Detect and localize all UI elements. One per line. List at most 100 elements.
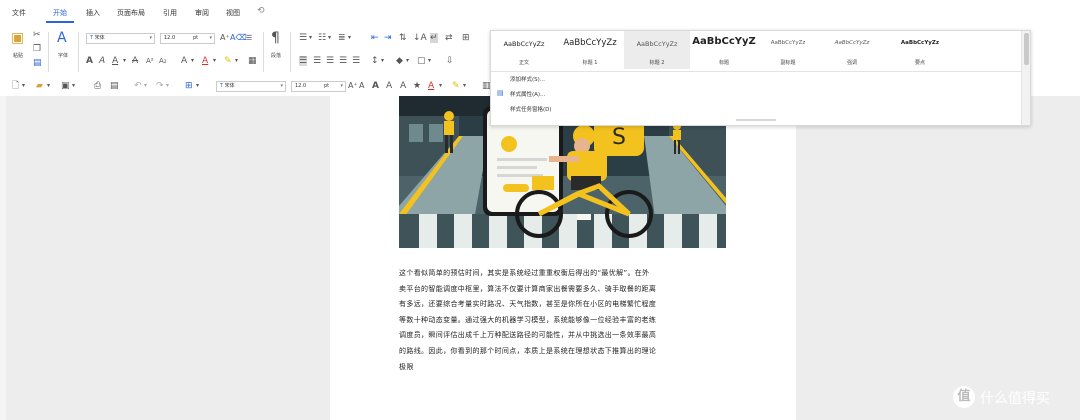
quick-format-icon[interactable]: ⊞ bbox=[185, 81, 193, 91]
underline-dropdown-icon[interactable]: ▾ bbox=[123, 56, 126, 66]
grow-font-icon[interactable]: A⁺ bbox=[220, 33, 230, 43]
paste-icon[interactable]: ▣ bbox=[11, 31, 24, 45]
font-size-select-2[interactable]: 12.0 pt ▾ bbox=[291, 81, 346, 92]
tab-page-layout[interactable]: 页面布局 bbox=[117, 8, 145, 18]
paragraph-line: 等数十种动态变量。通过强大的机器学习模型，系统能够像一位经验丰富的老练 bbox=[399, 315, 657, 324]
style-strong[interactable]: AaBbCcYyZz 要点 bbox=[887, 31, 953, 69]
redo-icon[interactable]: ↷ bbox=[156, 81, 164, 91]
tab-references[interactable]: 引用 bbox=[163, 8, 177, 18]
strikethrough-icon[interactable]: A bbox=[132, 56, 138, 66]
align-left-icon[interactable]: ☰ bbox=[299, 56, 308, 66]
highlight-dropdown-icon[interactable]: ▾ bbox=[235, 56, 238, 66]
style-title[interactable]: AaBbCcYyZ 标题 bbox=[691, 31, 757, 69]
increase-indent-icon[interactable]: ⇥ bbox=[384, 33, 392, 43]
tab-review[interactable]: 审阅 bbox=[195, 8, 209, 18]
style-pane-option[interactable]: 样式任务窗格(D) bbox=[510, 105, 552, 113]
add-style-option[interactable]: 添加样式(S)... bbox=[510, 75, 545, 83]
font-icon[interactable]: A bbox=[57, 31, 67, 45]
align-right-icon[interactable]: ☰ bbox=[326, 56, 334, 66]
style-properties-icon: ▤ bbox=[497, 89, 504, 97]
copy-icon[interactable]: ❐ bbox=[33, 44, 41, 54]
scrollbar-thumb[interactable] bbox=[1024, 33, 1029, 65]
decrease-indent-icon[interactable]: ⇤ bbox=[371, 33, 379, 43]
bold-icon-2[interactable]: A bbox=[372, 81, 379, 91]
shading-icon[interactable]: ◆ bbox=[396, 56, 403, 66]
paragraph-icon[interactable]: ¶ bbox=[271, 31, 280, 45]
highlight-icon[interactable]: ✎ bbox=[224, 56, 232, 66]
save-dropdown-icon[interactable]: ▾ bbox=[72, 81, 75, 91]
style-emphasis[interactable]: AaBbCcYyZz 强调 bbox=[819, 31, 885, 69]
font-size-select[interactable]: 12.0 pt ▾ bbox=[160, 33, 215, 44]
file-menu[interactable]: 文件 bbox=[12, 8, 26, 18]
bold-icon[interactable]: A bbox=[86, 56, 93, 66]
line-break-icon[interactable]: ⇩ bbox=[446, 56, 454, 66]
highlight-dropdown-icon-2[interactable]: ▾ bbox=[463, 81, 466, 91]
print-icon[interactable]: ⎙ bbox=[94, 81, 101, 91]
border-dropdown-icon[interactable]: ▾ bbox=[428, 56, 431, 66]
text-effect-dropdown-icon[interactable]: ▾ bbox=[191, 56, 194, 66]
resize-grip[interactable] bbox=[736, 119, 776, 121]
multilevel-dropdown-icon[interactable]: ▾ bbox=[348, 33, 351, 43]
font-color-icon[interactable]: A bbox=[202, 56, 208, 66]
bullet-dropdown-icon[interactable]: ▾ bbox=[309, 33, 312, 43]
line-spacing-icon[interactable]: ↕ bbox=[371, 56, 379, 66]
font-name-select-2[interactable]: T 宋体 ▾ bbox=[216, 81, 286, 92]
numbered-list-icon[interactable]: ☷ bbox=[318, 33, 326, 43]
distribute-icon[interactable]: ☰ bbox=[352, 56, 360, 66]
gallery-scrollbar[interactable] bbox=[1021, 31, 1030, 125]
redo-dropdown-icon[interactable]: ▾ bbox=[166, 81, 169, 91]
bullet-list-icon[interactable]: ☰ bbox=[299, 33, 307, 43]
text-effect-icon[interactable]: A bbox=[181, 56, 187, 66]
font-name-select[interactable]: T 宋体 ▾ bbox=[86, 33, 155, 44]
tab-insert[interactable]: 插入 bbox=[86, 8, 100, 18]
clear-format-icon[interactable]: A⌫ bbox=[230, 33, 247, 43]
undo-dropdown-icon[interactable]: ▾ bbox=[144, 81, 147, 91]
more-icon[interactable]: ⟲ bbox=[257, 6, 265, 16]
style-heading-2[interactable]: AaBbCcYyZz 标题 2 bbox=[624, 31, 690, 69]
font-color-icon-2[interactable]: A bbox=[428, 81, 434, 91]
grow-font-icon-2[interactable]: A⁺ bbox=[348, 81, 358, 91]
align-center-icon[interactable]: ☰ bbox=[313, 56, 321, 66]
char-border-icon[interactable]: ▦ bbox=[248, 56, 257, 66]
chinese-layout-icon[interactable]: ⇅ bbox=[399, 33, 407, 43]
style-normal[interactable]: AaBbCcYyZz 正文 bbox=[491, 31, 557, 69]
style-properties-option[interactable]: 样式属性(A)... bbox=[510, 90, 545, 98]
undo-icon[interactable]: ↶ bbox=[134, 81, 142, 91]
multilevel-list-icon[interactable]: ≣ bbox=[338, 33, 346, 43]
print-preview-icon[interactable]: ▤ bbox=[110, 81, 119, 91]
border-icon[interactable]: ▢ bbox=[417, 56, 426, 66]
subscript-icon[interactable]: A₂ bbox=[159, 56, 167, 66]
star-icon[interactable]: ★ bbox=[413, 81, 421, 91]
italic-icon[interactable]: A bbox=[99, 56, 105, 66]
superscript-icon[interactable]: A² bbox=[146, 56, 154, 66]
show-marks-icon[interactable]: ↵ bbox=[430, 33, 438, 43]
open-dropdown-icon[interactable]: ▾ bbox=[47, 81, 50, 91]
highlight-icon-2[interactable]: ✎ bbox=[452, 81, 460, 91]
underline-icon[interactable]: A bbox=[112, 56, 118, 66]
format-painter-icon[interactable]: ▤ bbox=[33, 58, 42, 68]
numbered-dropdown-icon[interactable]: ▾ bbox=[328, 33, 331, 43]
table-tools-icon[interactable]: ⊞ bbox=[462, 33, 470, 43]
save-icon[interactable]: ▣ bbox=[61, 81, 70, 91]
phonetic-icon[interactable]: ☰ bbox=[246, 33, 252, 43]
sub-icon[interactable]: A bbox=[400, 81, 406, 91]
tab-home[interactable]: 开始 bbox=[53, 8, 67, 18]
show-hide-icon[interactable]: ⇄ bbox=[445, 33, 453, 43]
justify-icon[interactable]: ☰ bbox=[339, 56, 347, 66]
font-style-icon[interactable]: A bbox=[386, 81, 392, 91]
shrink-font-icon[interactable]: A bbox=[359, 81, 364, 91]
font-color-dropdown-icon[interactable]: ▾ bbox=[213, 56, 216, 66]
font-color-dropdown-icon-2[interactable]: ▾ bbox=[439, 81, 442, 91]
open-icon[interactable]: ▰ bbox=[36, 81, 43, 91]
new-doc-icon[interactable]: 🗋 bbox=[12, 81, 19, 91]
style-heading-1[interactable]: AaBbCcYyZz 标题 1 bbox=[557, 31, 623, 69]
cut-icon[interactable]: ✂ bbox=[33, 30, 41, 40]
sort-icon[interactable]: ↓A bbox=[413, 33, 427, 43]
quick-format-dropdown-icon[interactable]: ▾ bbox=[196, 81, 199, 91]
shading-dropdown-icon[interactable]: ▾ bbox=[406, 56, 409, 66]
new-dropdown-icon[interactable]: ▾ bbox=[22, 81, 25, 91]
style-subtitle[interactable]: AaBbCcYyZz 副标题 bbox=[755, 31, 821, 69]
tab-view[interactable]: 视图 bbox=[226, 8, 240, 18]
line-spacing-dropdown-icon[interactable]: ▾ bbox=[381, 56, 384, 66]
document-paragraph[interactable]: 这个看似简单的预估时间，其实是系统经过重重权衡后得出的“最优解”。在外 卖平台的… bbox=[399, 266, 729, 375]
